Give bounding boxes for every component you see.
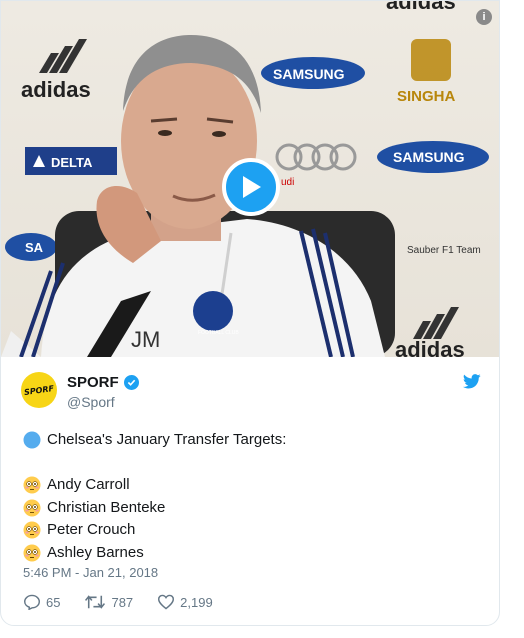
sponsor-logo: adidas [21,77,91,102]
tweet-header: SPORF SPORF @Sporf [21,372,481,412]
retweet-button[interactable]: 787 [84,594,133,610]
tweet-line: Ashley Barnes [23,542,286,565]
club-badge-icon [193,291,233,331]
retweet-count: 787 [111,594,134,610]
tweet-card: adidas adidas SAMSUNG SINGHA DELTA udi S… [0,0,500,626]
play-button[interactable] [222,158,280,216]
flushed-face-icon [23,521,41,539]
flushed-face-icon [23,499,41,517]
tweet-line: Christian Benteke [23,497,286,520]
sponsor-logo: SAMSUNG [393,149,465,165]
display-name[interactable]: SPORF [67,374,139,391]
reply-button[interactable]: 65 [23,594,60,610]
retweet-icon [85,595,106,609]
adidas-logo-icon [39,39,87,73]
tweet-line: Chelsea's January Transfer Targets: [23,429,286,452]
tweet-line: Andy Carroll [23,474,286,497]
blue-circle-icon [23,431,41,449]
tweet-text: Peter Crouch [47,521,136,538]
tweet-text: Chelsea's January Transfer Targets: [47,431,287,448]
svg-text:FOOTBALL CLUB: FOOTBALL CLUB [198,330,239,336]
sponsor-logo: adidas [386,1,456,14]
audi-rings-icon [275,143,357,171]
twitter-bird-icon[interactable] [463,374,481,389]
sponsor-logo: DELTA [51,155,93,170]
tweet-actions: 65 787 2,199 [23,594,237,610]
singha-logo-icon [411,39,451,81]
verified-badge-icon [123,375,139,390]
tweet-text: Christian Benteke [47,498,166,516]
tweet-body: Chelsea's January Transfer Targets: Andy… [23,429,286,564]
sponsor-logo: Sauber F1 Team [407,245,481,256]
play-icon [243,176,261,198]
reply-count: 65 [46,594,61,610]
flushed-face-icon [23,544,41,562]
tweet-line: Peter Crouch [23,519,286,542]
avatar[interactable]: SPORF [21,372,57,408]
tweet-text: Ashley Barnes [47,543,144,561]
adidas-logo-icon [413,307,459,339]
user-handle[interactable]: @Sporf [67,394,115,410]
svg-text:JM: JM [131,327,160,352]
sponsor-logo: SAMSUNG [273,66,345,82]
sponsor-logo: adidas [395,337,465,357]
heart-icon [158,594,175,610]
like-button[interactable]: 2,199 [157,594,213,610]
video-thumbnail[interactable]: adidas adidas SAMSUNG SINGHA DELTA udi S… [1,1,499,357]
tweet-text: Andy Carroll [47,476,130,493]
sponsor-logo: udi [281,177,294,188]
sponsor-logo: SINGHA [397,88,456,105]
tweet-timestamp[interactable]: 5:46 PM - Jan 21, 2018 [23,565,158,580]
sponsor-logo: SA [25,240,44,255]
like-count: 2,199 [180,594,213,610]
info-icon[interactable]: i [476,9,492,25]
flushed-face-icon [23,476,41,494]
reply-icon [23,594,41,610]
